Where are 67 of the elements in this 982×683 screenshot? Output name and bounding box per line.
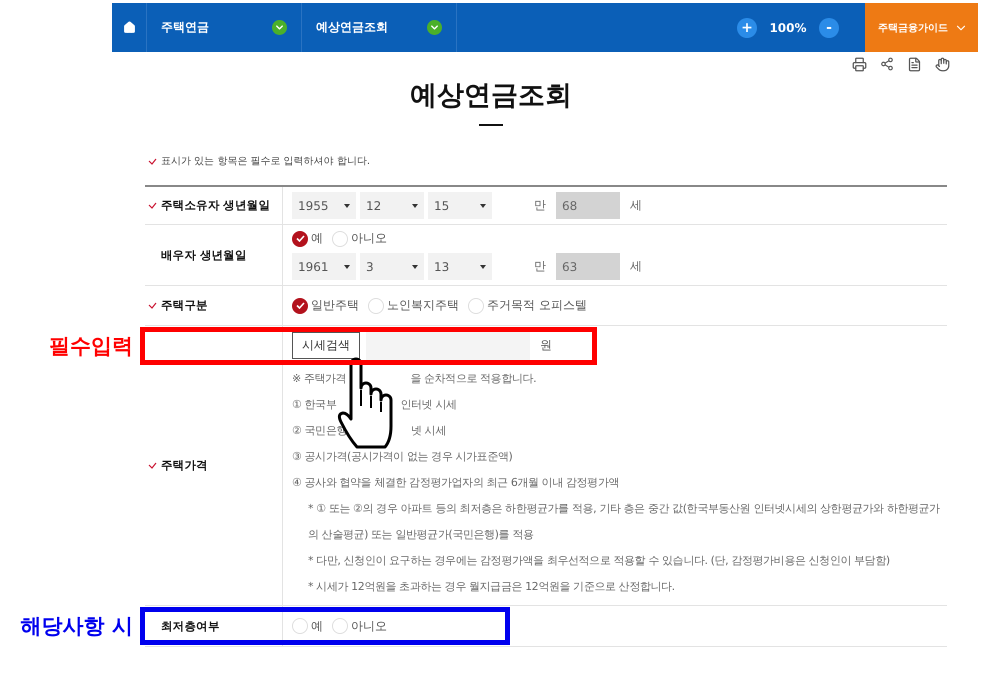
age-unit: 세 bbox=[630, 258, 642, 275]
note-text: ③ 공시가격(공시가격이 없는 경우 시가표준액) bbox=[292, 449, 512, 465]
date-select[interactable]: 1961 bbox=[292, 253, 356, 280]
radio-option[interactable]: 노인복지주택 bbox=[368, 297, 459, 314]
home-icon bbox=[122, 21, 136, 34]
caret-icon bbox=[427, 20, 442, 35]
field-label: 배우자 생년월일 bbox=[160, 248, 247, 262]
note-text: * 시세가 12억원을 초과하는 경우 월지급금은 12억원을 기준으로 산정합니다. bbox=[308, 579, 675, 595]
caret-icon bbox=[480, 264, 486, 268]
currency-unit: 원 bbox=[540, 337, 552, 354]
option-label: 예 bbox=[311, 230, 323, 247]
option-label: 주거목적 오피스텔 bbox=[487, 297, 587, 314]
radio-button[interactable] bbox=[292, 298, 308, 314]
field-label: 주택소유자 생년월일 bbox=[161, 198, 270, 213]
note-text: * ① 또는 ②의 경우 아파트 등의 최저층은 하한평균가를 적용, 기타 층은 중간 값(한국부동산원 인터넷시세의 상한평균가와 하한평균가의 산술평균) 또는 일반평균가(국민은행)를 적용 bbox=[308, 501, 941, 543]
age-field: 68 bbox=[556, 192, 620, 219]
nav-dropdown[interactable]: 예상연금조회 bbox=[302, 3, 457, 52]
required-note: 표시가 있는 항목은 필수로 입력하셔야 합니다. bbox=[161, 155, 370, 168]
option-label: 일반주택 bbox=[311, 297, 359, 314]
note-text: 을 순차적으로 적용합니다. bbox=[410, 371, 536, 387]
caret-icon bbox=[412, 204, 418, 208]
caret-icon bbox=[272, 20, 287, 35]
check-icon bbox=[296, 302, 304, 309]
caret-icon bbox=[412, 264, 418, 268]
annotation-label: 필수입력 bbox=[49, 333, 133, 360]
option-label: 아니오 bbox=[351, 618, 387, 634]
caret-icon bbox=[344, 204, 350, 208]
date-select[interactable]: 12 bbox=[360, 192, 424, 219]
price-search-button[interactable]: 시세검색 bbox=[292, 332, 360, 359]
zoom-out-button[interactable]: - bbox=[819, 18, 839, 38]
date-select[interactable]: 15 bbox=[428, 192, 492, 219]
note-text: ④ 공사와 협약을 체결한 감정평가업자의 최근 6개월 이내 감정평가액 bbox=[292, 475, 620, 491]
note-text: * 다만, 신청인이 요구하는 경우에는 감정평가액을 최우선적으로 적용할 수 있습니다. (단, 감정평가비용은 신청인이 부담함) bbox=[308, 553, 890, 569]
check-icon bbox=[148, 158, 157, 164]
annotation-label: 해당사항 시 bbox=[20, 613, 133, 640]
radio-option[interactable]: 아니오 bbox=[332, 618, 387, 634]
caret-icon bbox=[344, 264, 350, 268]
field-label: 최저층여부 bbox=[160, 618, 220, 634]
radio-button[interactable] bbox=[292, 230, 308, 246]
age-prefix: 만 bbox=[534, 197, 546, 214]
zoom-in-button[interactable]: + bbox=[737, 18, 757, 38]
option-label: 예 bbox=[311, 618, 323, 634]
date-select[interactable]: 13 bbox=[428, 253, 492, 280]
date-select[interactable]: 1955 bbox=[292, 192, 356, 219]
age-prefix: 만 bbox=[534, 258, 546, 275]
field-label: 주택가격 bbox=[161, 458, 208, 473]
radio-option[interactable]: 주거목적 오피스텔 bbox=[468, 297, 587, 314]
radio-option[interactable]: 예 bbox=[292, 230, 323, 247]
field-label: 주택구분 bbox=[161, 298, 208, 313]
radio-option[interactable]: 일반주택 bbox=[292, 297, 359, 314]
age-unit: 세 bbox=[630, 197, 642, 214]
date-select[interactable]: 3 bbox=[360, 253, 424, 280]
price-input-field[interactable] bbox=[366, 331, 530, 360]
note-text: 인터넷 시세 bbox=[400, 397, 456, 413]
note-text: ※ 주택가격 bbox=[292, 371, 346, 387]
nav-dropdown[interactable]: 주택연금 bbox=[147, 3, 302, 52]
age-field: 63 bbox=[556, 253, 620, 280]
option-label: 아니오 bbox=[351, 230, 387, 247]
zoom-level: 100% bbox=[769, 20, 807, 34]
option-label: 노인복지주택 bbox=[387, 297, 459, 314]
radio-option[interactable]: 예 bbox=[292, 618, 323, 634]
page-title: 예상연금조회 bbox=[409, 79, 573, 113]
note-text: 넷 시세 bbox=[410, 423, 446, 439]
caret-icon bbox=[480, 204, 486, 208]
check-icon bbox=[296, 235, 304, 242]
radio-option[interactable]: 아니오 bbox=[332, 230, 387, 247]
note-text: ① 한국부 bbox=[292, 397, 336, 413]
